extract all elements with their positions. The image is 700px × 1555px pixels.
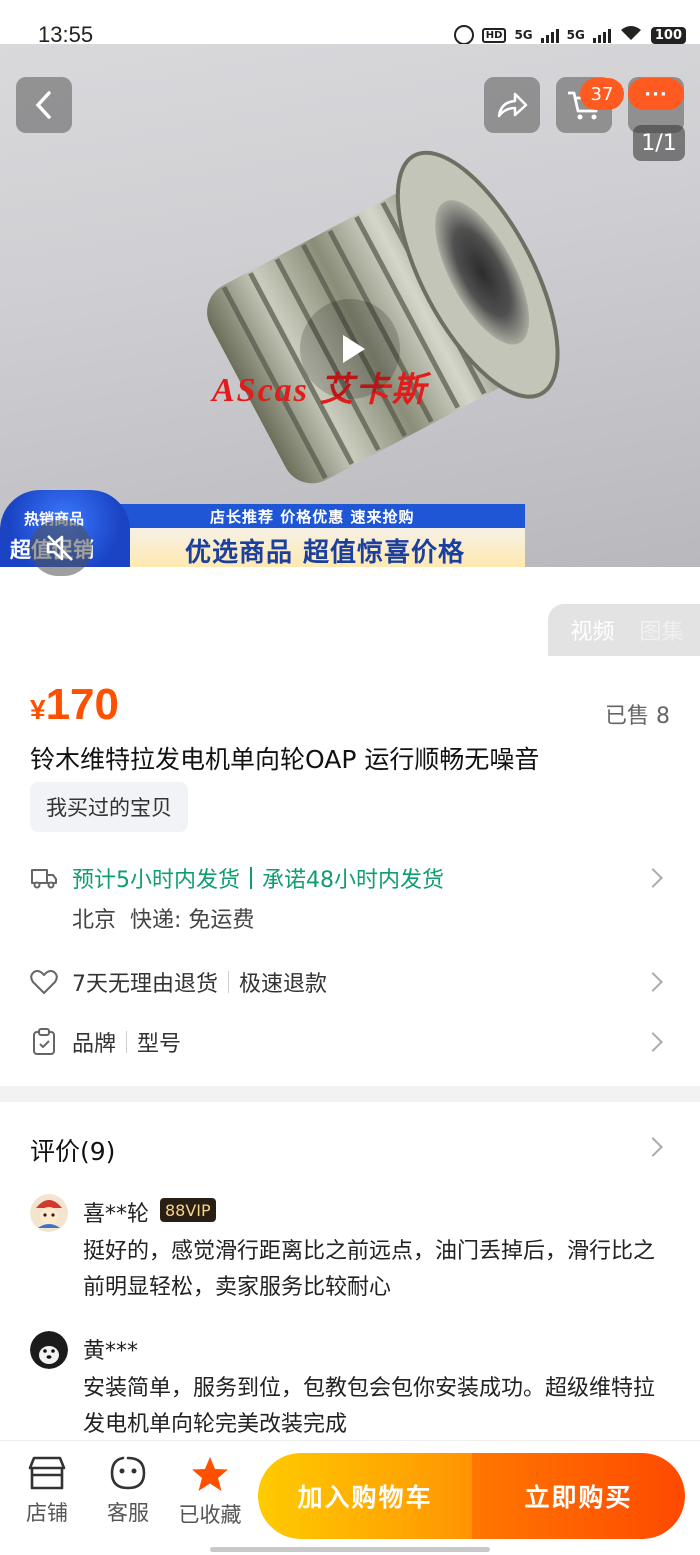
chat-face-icon (110, 1456, 146, 1490)
shipping-row[interactable]: 预计5小时内发货 承诺48小时内发货 (30, 862, 670, 894)
param-brand: 品牌 (72, 1032, 117, 1057)
mute-button[interactable] (30, 520, 92, 576)
ship-promise: 承诺48小时内发货 (262, 868, 444, 893)
chevron-left-icon (35, 91, 51, 119)
param-model: 型号 (137, 1032, 182, 1057)
network-5g-label-2: 5G (566, 28, 585, 42)
hd-icon: HD (481, 27, 507, 43)
status-icons: HD 5G 5G 100 (453, 24, 686, 46)
chevron-right-icon[interactable] (643, 1137, 663, 1157)
home-indicator[interactable] (210, 1547, 490, 1552)
image-counter: 1/1 (633, 125, 685, 161)
alarm-icon (453, 25, 474, 45)
avatar (30, 1194, 68, 1232)
media-tabs: 视频 图集 (548, 604, 700, 656)
reviewer-name: 喜**轮 (83, 1202, 150, 1227)
chevron-right-icon (643, 1032, 663, 1052)
customer-service-button[interactable]: 客服 (93, 1455, 163, 1527)
review-text: 挺好的，感觉滑行距离比之前远点，油门丢掉后，滑行比之前明显轻松，卖家服务比较耐心 (83, 1239, 656, 1300)
share-icon (497, 92, 528, 118)
favorite-button[interactable]: 已收藏 (174, 1455, 246, 1529)
promo-slogan: 店长推荐 价格优惠 速来抢购 (210, 508, 415, 526)
chevron-right-icon (643, 868, 663, 888)
back-button[interactable] (16, 77, 72, 133)
reviewer-name: 黄*** (83, 1339, 139, 1364)
speaker-muted-icon (46, 535, 73, 561)
battery-icon: 100 (650, 26, 686, 44)
sold-count: 已售 8 (605, 704, 670, 729)
bought-before-tag[interactable]: 我买过的宝贝 (30, 782, 188, 832)
share-button[interactable] (484, 77, 540, 133)
return-policy: 7天无理由退货 (72, 972, 218, 997)
signal-icon-2 (592, 27, 611, 43)
review-item: 黄*** 安装简单，服务到位，包教包会包你安装成功。超级维特拉发电机单向轮完美改… (30, 1331, 670, 1441)
tab-video[interactable]: 视频 (570, 614, 614, 646)
ship-express: 快递: 免运费 (130, 908, 255, 933)
ship-details: 北京 快递: 免运费 (72, 902, 254, 934)
buy-now-button[interactable]: 立即购买 (472, 1453, 685, 1539)
promo-headline: 优选商品 超值惊喜价格 (185, 538, 466, 568)
vip-badge: 88VIP (160, 1198, 216, 1222)
reviews-title[interactable]: 评价(9) (30, 1132, 115, 1168)
params-row[interactable]: 品牌 型号 (30, 1026, 670, 1058)
signal-icon (540, 27, 559, 43)
review-text: 安装简单，服务到位，包教包会包你安装成功。超级维特拉发电机单向轮完美改装完成 (83, 1376, 656, 1437)
wifi-icon (619, 24, 643, 46)
service-label: 客服 (107, 1501, 149, 1525)
more-menu-icon[interactable]: ··· (628, 78, 684, 110)
tab-gallery[interactable]: 图集 (639, 614, 683, 646)
price: ¥170 (30, 680, 119, 730)
price-value: 170 (45, 680, 119, 729)
play-video-button[interactable] (300, 299, 400, 399)
clipboard-icon (30, 1028, 58, 1056)
truck-icon (30, 864, 58, 892)
review-item: 喜**轮 88VIP 挺好的，感觉滑行距离比之前远点，油门丢掉后，滑行比之前明显… (30, 1194, 670, 1304)
network-5g-label: 5G (514, 28, 533, 42)
shop-icon (28, 1456, 66, 1490)
ship-origin: 北京 (72, 908, 117, 933)
avatar (30, 1331, 68, 1369)
price-currency: ¥ (30, 694, 46, 725)
shop-button[interactable]: 店铺 (12, 1455, 82, 1527)
star-icon (192, 1457, 228, 1491)
section-divider (0, 1086, 700, 1102)
product-title: 铃木维特拉发电机单向轮OAP 运行顺畅无噪音 (30, 745, 540, 774)
ship-estimate: 预计5小时内发货 (72, 868, 240, 893)
chevron-right-icon (643, 972, 663, 992)
heart-icon (30, 968, 58, 996)
cart-count-badge: 37 (580, 78, 624, 110)
shop-label: 店铺 (26, 1501, 68, 1525)
favorited-label: 已收藏 (178, 1503, 242, 1527)
fast-refund: 极速退款 (239, 972, 328, 997)
returns-row[interactable]: 7天无理由退货 极速退款 (30, 966, 670, 998)
add-to-cart-button[interactable]: 加入购物车 (258, 1453, 472, 1539)
